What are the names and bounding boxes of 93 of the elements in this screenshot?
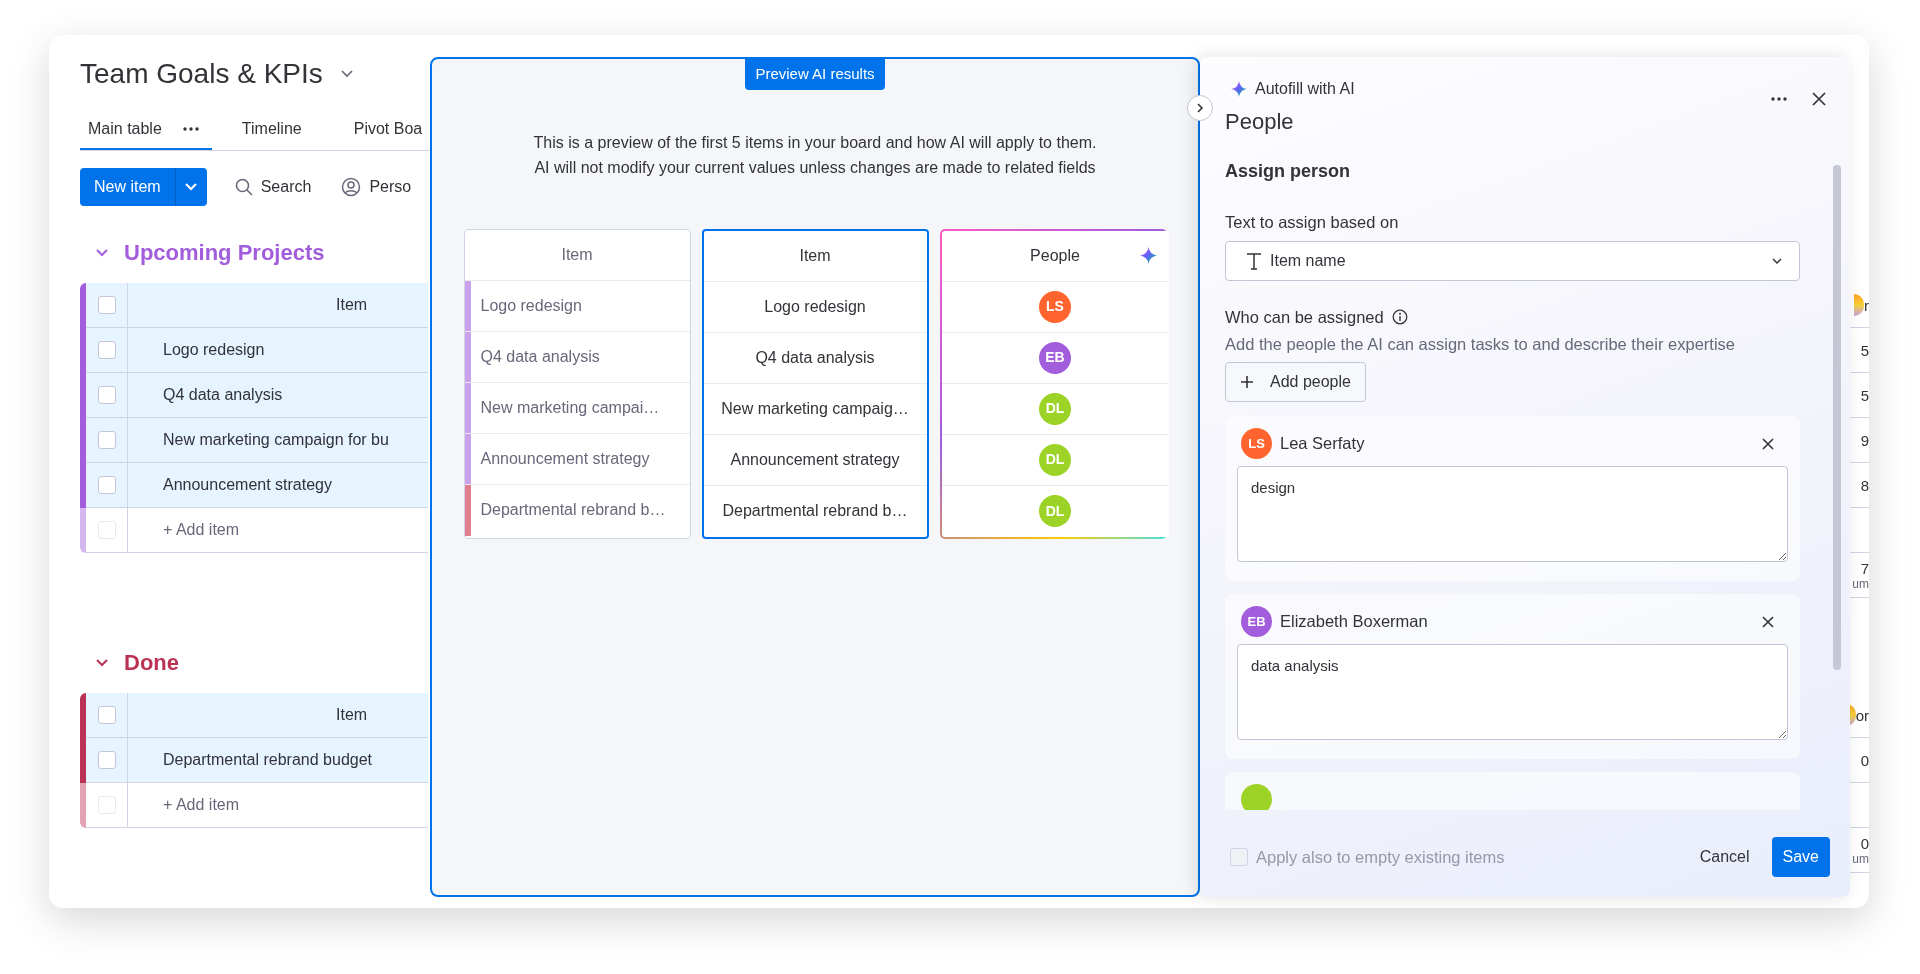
- search-icon: [234, 178, 253, 196]
- board-title: Team Goals & KPIs: [80, 57, 323, 91]
- column-header: Item: [799, 245, 831, 266]
- row-checkbox[interactable]: [97, 431, 116, 449]
- field-label: Who can be assigned: [1225, 306, 1384, 328]
- scrollbar[interactable]: [1833, 165, 1841, 670]
- view-tab[interactable]: Main table: [80, 110, 212, 150]
- search-button[interactable]: Search: [234, 175, 312, 199]
- checkbox-label: Apply also to empty existing items: [1256, 846, 1505, 868]
- add-people-button[interactable]: Add people: [1225, 362, 1366, 403]
- plus-icon: [1240, 375, 1254, 390]
- text-type-icon: [1246, 251, 1262, 270]
- avatar: DL: [1039, 495, 1071, 528]
- add-item-link[interactable]: + Add item: [128, 783, 428, 828]
- person-name: Elizabeth Boxerman: [1280, 611, 1428, 633]
- group-title: Upcoming Projects: [124, 239, 325, 267]
- hint-text: Add the people the AI can assign tasks to and describe their expertise: [1225, 333, 1736, 355]
- item-cell-text: Departmental rebrand b…: [480, 500, 666, 521]
- summary-value: 0: [1860, 835, 1869, 851]
- table-cell: 5: [1860, 342, 1869, 358]
- column-header: Item: [561, 244, 593, 265]
- remove-button[interactable]: [1762, 615, 1774, 628]
- avatar: DL: [1039, 392, 1071, 425]
- item-cell-text: New marketing campai…: [480, 397, 660, 418]
- column-header: People: [1030, 245, 1080, 266]
- sparkle-icon: [1231, 81, 1247, 97]
- column-header: r: [1864, 297, 1869, 313]
- person-name: Lea Serfaty: [1280, 433, 1365, 455]
- checkbox[interactable]: [97, 796, 116, 814]
- item-cell-text: Announcement strategy: [730, 449, 900, 470]
- summary-value: um: [1852, 852, 1869, 865]
- summary-value: 7: [1860, 560, 1869, 576]
- table-cell: 0: [1860, 752, 1869, 768]
- close-button[interactable]: [1812, 92, 1826, 106]
- avatar: LS: [1039, 290, 1071, 323]
- add-item-link[interactable]: + Add item: [128, 508, 428, 553]
- expertise-field[interactable]: design: [1237, 466, 1788, 563]
- save-button[interactable]: Save: [1771, 837, 1830, 877]
- item-cell[interactable]: Announcement strategy: [128, 463, 428, 508]
- close-icon: [1812, 92, 1826, 106]
- view-tab[interactable]: Pivot Boa: [345, 110, 431, 150]
- remove-button[interactable]: [1762, 437, 1774, 450]
- chevron-right-icon: [1194, 102, 1206, 114]
- panel-subtitle: Autofill with AI: [1255, 79, 1355, 99]
- avatar-icon: [1854, 294, 1864, 316]
- avatar: EB: [1241, 606, 1272, 638]
- sparkle-icon: [1139, 247, 1157, 265]
- expertise-field[interactable]: data analysis: [1237, 644, 1788, 741]
- item-cell-text: Departmental rebrand b…: [722, 501, 908, 522]
- row-checkbox[interactable]: [97, 706, 116, 724]
- column-header: Item: [128, 693, 428, 738]
- panel-title: People: [1225, 108, 1295, 136]
- item-cell-text: Announcement strategy: [480, 448, 650, 469]
- item-cell-text: Logo redesign: [764, 296, 866, 317]
- column-select[interactable]: Item name: [1225, 240, 1800, 281]
- summary-value: um: [1852, 577, 1869, 590]
- item-cell[interactable]: Departmental rebrand budget: [128, 738, 428, 783]
- row-checkbox[interactable]: [97, 476, 116, 494]
- row-checkbox[interactable]: [97, 751, 116, 769]
- cancel-button[interactable]: Cancel: [1693, 844, 1756, 870]
- new-item-button[interactable]: New item: [80, 168, 175, 206]
- person-icon: [341, 177, 362, 197]
- close-icon: [1762, 615, 1774, 628]
- section-title: Assign person: [1225, 160, 1352, 183]
- row-checkbox[interactable]: [97, 341, 116, 359]
- description-text: AI will not modify your current values unless changes are made to related fields: [533, 158, 1097, 179]
- info-icon: [1391, 309, 1408, 326]
- field-label: Text to assign based on: [1225, 212, 1400, 233]
- avatar: DL: [1039, 443, 1071, 476]
- preview-label: Preview AI results: [745, 59, 885, 90]
- item-cell[interactable]: Q4 data analysis: [128, 373, 428, 418]
- checkbox[interactable]: [97, 521, 116, 539]
- dropdown-button[interactable]: [174, 168, 207, 206]
- item-cell-text: Logo redesign: [480, 295, 582, 316]
- description-text: This is a preview of the first 5 items in your board and how AI will apply to them.: [532, 132, 1098, 153]
- avatar: LS: [1241, 428, 1272, 460]
- avatar: EB: [1039, 341, 1071, 374]
- column-header: Item: [128, 283, 428, 328]
- item-cell-text: Q4 data analysis: [480, 346, 600, 367]
- table-cell: 5: [1860, 387, 1869, 403]
- person-filter-button[interactable]: Perso: [341, 175, 412, 199]
- item-cell[interactable]: New marketing campaign for bu: [128, 418, 428, 463]
- group-title: Done: [124, 649, 179, 677]
- close-icon: [1762, 437, 1774, 450]
- table-cell: 8: [1860, 477, 1869, 493]
- view-tab[interactable]: Timeline: [233, 110, 310, 150]
- row-checkbox[interactable]: [97, 296, 116, 314]
- item-cell-text: New marketing campaig…: [721, 398, 909, 419]
- item-cell-text: Q4 data analysis: [755, 347, 875, 368]
- row-checkbox[interactable]: [97, 386, 116, 404]
- item-cell[interactable]: Logo redesign: [128, 328, 428, 373]
- table-cell: 9: [1860, 432, 1869, 448]
- column-header: or: [1855, 707, 1869, 723]
